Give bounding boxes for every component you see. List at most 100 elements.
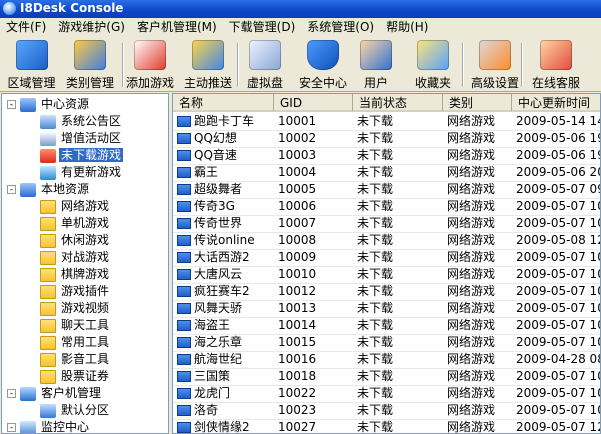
menu-item-2[interactable]: 客户机管理(M) xyxy=(131,18,223,37)
table-row[interactable]: 传奇世界 10007 未下载 网络游戏 2009-05-07 10 xyxy=(173,215,600,233)
table-row[interactable]: 剑侠情缘2 10027 未下载 网络游戏 2009-05-07 12 xyxy=(173,419,600,434)
table-row[interactable]: 洛奇 10023 未下载 网络游戏 2009-05-07 10 xyxy=(173,402,600,420)
toolbar-label: 添加游戏 xyxy=(125,76,174,90)
game-name: 霸王 xyxy=(194,165,219,179)
table-row[interactable]: 三国策 10018 未下载 网络游戏 2009-05-07 10 xyxy=(173,368,600,386)
toolbar-button-4[interactable]: 虚拟盘 xyxy=(243,38,287,90)
folder-icon xyxy=(40,250,56,265)
table-row[interactable]: QQ音速 10003 未下载 网络游戏 2009-05-06 19 xyxy=(173,147,600,165)
tree-item[interactable]: 有更新游戏 xyxy=(40,164,123,181)
table-cell: 2009-05-14 14 xyxy=(516,114,601,128)
tree-item[interactable]: 中心资源 xyxy=(20,96,91,113)
game-name: 传奇世界 xyxy=(194,216,243,230)
game-icon xyxy=(177,354,191,365)
table-row[interactable]: 传奇3G 10006 未下载 网络游戏 2009-05-07 10 xyxy=(173,198,600,216)
table-cell: 未下载 xyxy=(357,216,394,230)
list-header: 名称 GID 当前状态 类别 中心更新时间 xyxy=(173,94,600,112)
menu-item-0[interactable]: 文件(F) xyxy=(0,18,52,37)
tree-item-label: 游戏插件 xyxy=(61,284,110,298)
toolbar-button-1[interactable]: 类别管理 xyxy=(60,38,120,90)
table-cell: 未下载 xyxy=(357,199,394,213)
column-header[interactable]: GID xyxy=(274,94,353,112)
column-header[interactable]: 当前状态 xyxy=(353,94,443,112)
table-row[interactable]: 龙虎门 10022 未下载 网络游戏 2009-05-07 10 xyxy=(173,385,600,403)
resource-tree[interactable]: - 中心资源 系统公告区 增值活动区 未下载游戏 有更新游戏 - 本地资源 网络游戏 单机游戏 休闲… xyxy=(1,93,169,434)
tree-expander[interactable]: - xyxy=(7,185,16,195)
toolbar-button-3[interactable]: 主动推送 xyxy=(178,38,238,90)
tree-item-label: 中心资源 xyxy=(41,97,90,111)
tree-item[interactable]: 默认分区 xyxy=(40,402,111,419)
table-cell: 未下载 xyxy=(357,267,394,281)
column-header[interactable]: 名称 xyxy=(173,94,274,112)
table-cell: 10009 xyxy=(278,250,317,264)
toolbar-button-0[interactable]: 区域管理 xyxy=(4,38,59,90)
table-cell: 10014 xyxy=(278,318,317,332)
toolbar-button-7[interactable]: 收藏夹 xyxy=(407,38,459,90)
table-row[interactable]: 航海世纪 10016 未下载 网络游戏 2009-04-28 08 xyxy=(173,351,600,369)
tree-item[interactable]: 影音工具 xyxy=(40,351,111,368)
tree-item[interactable]: 增值活动区 xyxy=(40,130,123,147)
column-header[interactable]: 类别 xyxy=(443,94,512,112)
toolbar-label: 安全中心 xyxy=(298,76,347,90)
toolbar-button-8[interactable]: 高级设置 xyxy=(467,38,523,90)
folder-icon xyxy=(40,284,56,299)
tree-item[interactable]: 客户机管理 xyxy=(20,385,103,402)
category-manage-icon xyxy=(74,40,106,70)
table-row[interactable]: 大唐风云 10010 未下载 网络游戏 2009-05-07 10 xyxy=(173,266,600,284)
tree-item[interactable]: 休闲游戏 xyxy=(40,232,111,249)
table-cell: 未下载 xyxy=(357,420,394,434)
toolbar-button-5[interactable]: 安全中心 xyxy=(293,38,353,90)
tree-item[interactable]: 棋牌游戏 xyxy=(40,266,111,283)
table-row[interactable]: 海盗王 10014 未下载 网络游戏 2009-05-07 10 xyxy=(173,317,600,335)
toolbar-button-9[interactable]: 在线客服 xyxy=(525,38,587,90)
table-cell: 2009-05-08 12 xyxy=(516,233,601,247)
table-row[interactable]: 风舞天骄 10013 未下载 网络游戏 2009-05-07 10 xyxy=(173,300,600,318)
tree-item[interactable]: 监控中心 xyxy=(20,419,91,433)
tree-item[interactable]: 聊天工具 xyxy=(40,317,111,334)
tree-expander[interactable]: - xyxy=(7,100,16,110)
game-icon xyxy=(177,405,191,416)
table-cell: 未下载 xyxy=(357,403,394,417)
window-title: I8Desk Console xyxy=(20,1,124,15)
table-cell: 剑侠情缘2 xyxy=(173,419,274,433)
tree-item[interactable]: 本地资源 xyxy=(20,181,91,198)
tree-item[interactable]: 系统公告区 xyxy=(40,113,123,130)
table-cell: 网络游戏 xyxy=(447,148,496,162)
tree-item[interactable]: 游戏视频 xyxy=(40,300,111,317)
tree-item[interactable]: 对战游戏 xyxy=(40,249,111,266)
table-cell: 10013 xyxy=(278,301,317,315)
table-cell: 未下载 xyxy=(357,165,394,179)
tree-item[interactable]: 游戏插件 xyxy=(40,283,111,300)
monitor-icon xyxy=(20,420,36,433)
menu-item-4[interactable]: 系统管理(O) xyxy=(301,18,380,37)
table-row[interactable]: 超级舞者 10005 未下载 网络游戏 2009-05-07 09 xyxy=(173,181,600,199)
table-cell: 网络游戏 xyxy=(447,369,496,383)
menu-item-1[interactable]: 游戏维护(G) xyxy=(52,18,131,37)
tree-item[interactable]: 股票证券 xyxy=(40,368,111,385)
column-header[interactable]: 中心更新时间 xyxy=(512,94,600,112)
menu-item-5[interactable]: 帮助(H) xyxy=(380,18,434,37)
table-row[interactable]: 疯狂赛车2 10012 未下载 网络游戏 2009-05-07 10 xyxy=(173,283,600,301)
table-row[interactable]: 传说online 10008 未下载 网络游戏 2009-05-08 12 xyxy=(173,232,600,250)
table-row[interactable]: 霸王 10004 未下载 网络游戏 2009-05-06 20 xyxy=(173,164,600,182)
table-row[interactable]: 跑跑卡丁车 10001 未下载 网络游戏 2009-05-14 14 xyxy=(173,113,600,131)
table-row[interactable]: QQ幻想 10002 未下载 网络游戏 2009-05-06 19 xyxy=(173,130,600,148)
menu-item-3[interactable]: 下载管理(D) xyxy=(223,18,302,37)
game-list[interactable]: 名称 GID 当前状态 类别 中心更新时间 跑跑卡丁车 10001 未下载 网络游戏 2009-… xyxy=(172,93,601,434)
table-cell: 未下载 xyxy=(357,250,394,264)
tree-item[interactable]: 未下载游戏 xyxy=(40,147,124,164)
game-icon xyxy=(177,150,191,161)
tree-item[interactable]: 网络游戏 xyxy=(40,198,111,215)
table-cell: 10022 xyxy=(278,386,317,400)
tree-item[interactable]: 单机游戏 xyxy=(40,215,111,232)
tree-expander[interactable]: - xyxy=(7,423,16,433)
tree-item[interactable]: 常用工具 xyxy=(40,334,111,351)
game-name: 超级舞者 xyxy=(194,182,243,196)
table-cell: 超级舞者 xyxy=(173,181,274,198)
toolbar-button-2[interactable]: 添加游戏 xyxy=(124,38,176,90)
toolbar-button-6[interactable]: 用户 xyxy=(354,38,398,90)
table-row[interactable]: 大话西游2 10009 未下载 网络游戏 2009-05-07 10 xyxy=(173,249,600,267)
table-row[interactable]: 海之乐章 10015 未下载 网络游戏 2009-05-07 10 xyxy=(173,334,600,352)
tree-expander[interactable]: - xyxy=(7,389,16,399)
folder-icon xyxy=(40,318,56,333)
